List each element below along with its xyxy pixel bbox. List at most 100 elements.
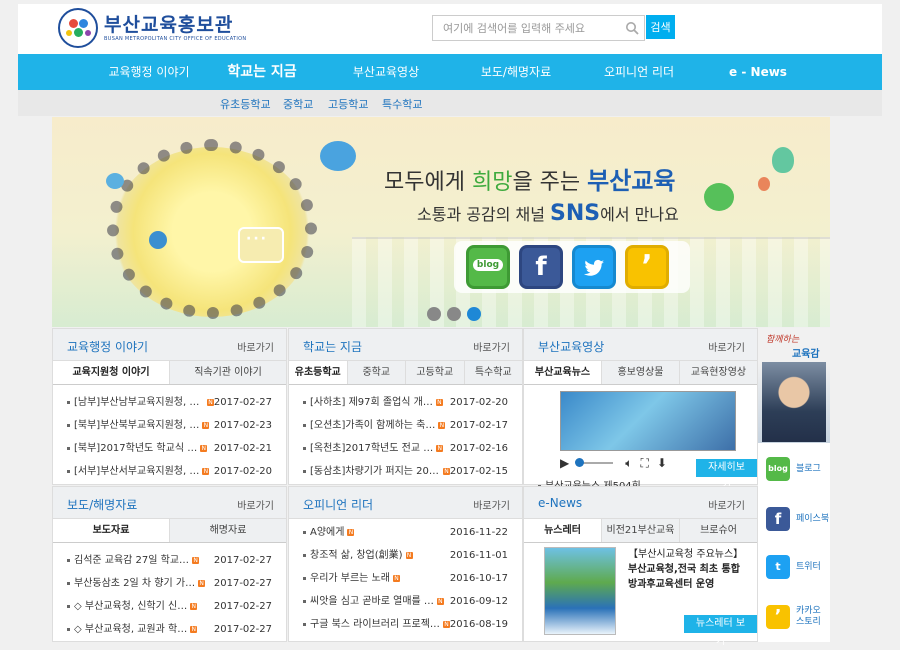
- search-icon[interactable]: [625, 21, 639, 35]
- subnav-item-high[interactable]: 고등학교: [328, 96, 368, 112]
- tab-press-release[interactable]: 보도자료: [53, 519, 170, 542]
- twitter-icon[interactable]: [572, 245, 616, 289]
- more-link[interactable]: 바로가기: [473, 497, 510, 512]
- nav-item-busan-video[interactable]: 부산교육영상: [326, 54, 446, 90]
- panel-admin-story: 교육행정 이야기 바로가기 교육지원청 이야기 직속기관 이야기 [남부]부산남…: [52, 328, 287, 485]
- video-player[interactable]: [560, 391, 736, 451]
- new-badge-icon: N: [190, 625, 198, 633]
- list-item[interactable]: 구글 북스 라이브러리 프로젝… N 2016-08-19: [303, 613, 512, 636]
- view-newsletter-button[interactable]: 뉴스레터 보기: [684, 615, 757, 647]
- panel-title[interactable]: 교육행정 이야기: [67, 338, 148, 355]
- list-item[interactable]: [오션초]가족이 함께하는 축… N 2017-02-17: [303, 414, 512, 437]
- seek-slider[interactable]: [575, 458, 614, 467]
- nav-item-school-now[interactable]: 학교는 지금: [218, 54, 306, 90]
- nav-item-opinion-leader[interactable]: 오피니언 리더: [584, 54, 694, 90]
- tab-busan-news[interactable]: 부산교육뉴스: [524, 361, 602, 384]
- list-item[interactable]: ◇ 부산교육청, 교원과 학… N 2017-02-27: [67, 618, 276, 641]
- list-item[interactable]: [사하초] 제97회 졸업식 개… N 2017-02-20: [303, 391, 512, 414]
- list-item[interactable]: [북부]2017학년도 학교식 … N 2017-02-21: [67, 437, 276, 460]
- twitter-icon: t: [766, 555, 790, 579]
- sidebar-link-twitter[interactable]: t 트위터: [758, 542, 830, 592]
- banner-page-dot-2[interactable]: [447, 307, 461, 321]
- banner-page-dot-3[interactable]: [467, 307, 481, 321]
- tab-direct-agency[interactable]: 직속기관 이야기: [170, 361, 286, 384]
- panel-title[interactable]: 오피니언 리더: [303, 496, 373, 513]
- list-item[interactable]: 창조적 삶, 창업(創業) N 2016-11-01: [303, 544, 512, 567]
- list-item[interactable]: A양에게 N 2016-11-22: [303, 521, 512, 544]
- list-item[interactable]: 씨앗을 심고 곧바로 열매를 … N 2016-09-12: [303, 590, 512, 613]
- more-link[interactable]: 바로가기: [473, 339, 510, 354]
- new-badge-icon: N: [190, 602, 198, 610]
- logo[interactable]: 부산교육홍보관 BUSAN METROPOLITAN CITY OFFICE O…: [58, 8, 246, 48]
- tab-bar: 뉴스레터 비전21부산교육 브로슈어: [524, 519, 757, 543]
- tab-special[interactable]: 특수학교: [464, 361, 522, 384]
- subnav-item-middle[interactable]: 중학교: [283, 96, 313, 112]
- view-detail-button[interactable]: 자세히보기: [696, 459, 757, 491]
- tab-clarification[interactable]: 해명자료: [170, 519, 286, 542]
- sidebar-link-blog[interactable]: blog 블로그: [758, 444, 830, 494]
- facebook-icon[interactable]: f: [519, 245, 563, 289]
- superintendent-banner[interactable]: 함께하는 교육감: [758, 328, 830, 443]
- nav-item-press[interactable]: 보도/해명자료: [456, 54, 576, 90]
- new-badge-icon: N: [192, 556, 200, 564]
- list-item[interactable]: [옥천초]2017학년도 전교 … N 2017-02-16: [303, 437, 512, 460]
- facebook-icon: f: [766, 507, 790, 531]
- list-item[interactable]: 김석준 교육감 27일 학교… N 2017-02-27: [67, 549, 276, 572]
- new-badge-icon: N: [435, 398, 443, 406]
- more-link[interactable]: 바로가기: [237, 339, 274, 354]
- tab-elementary[interactable]: 유초등학교: [289, 361, 348, 384]
- students-circle-illustration: [107, 139, 317, 319]
- new-badge-icon: N: [436, 444, 444, 452]
- wifi-bubble-icon: [149, 231, 167, 249]
- tab-brochure[interactable]: 브로슈어: [680, 519, 757, 542]
- panel-press: 보도/해명자료 바로가기 보도자료 해명자료 김석준 교육감 27일 학교… N 2…: [52, 486, 287, 642]
- speech-bubble-icon: [320, 141, 356, 171]
- search-button[interactable]: 검색: [646, 15, 675, 39]
- panel-title[interactable]: e-News: [538, 496, 582, 510]
- tab-district-office[interactable]: 교육지원청 이야기: [53, 361, 170, 384]
- banner-page-dot-1[interactable]: [427, 307, 441, 321]
- nav-item-admin-story[interactable]: 교육행정 이야기: [80, 54, 218, 90]
- list-item[interactable]: [동삼초]차량기가 퍼지는 201… N 2017-02-15: [303, 460, 512, 483]
- sns-banner[interactable]: ··· 모두에게 희망을 주는 부산교육 소통과 공감의 채널 SNS에서 만나…: [52, 117, 830, 327]
- new-badge-icon: N: [202, 421, 210, 429]
- list-item[interactable]: ◇ 부산교육청, 신학기 신… N 2017-02-27: [67, 595, 276, 618]
- play-icon[interactable]: ▶: [560, 456, 569, 470]
- sidebar-link-facebook[interactable]: f 페이스북: [758, 494, 830, 544]
- superintendent-sidebar: 함께하는 교육감 blog 블로그 f 페이스북 t 트위터 ’ 카카오 스토리: [758, 328, 830, 642]
- kakaostory-icon[interactable]: ’: [625, 245, 669, 289]
- list-item[interactable]: [남부]부산남부교육지원청, 「… N 2017-02-27: [67, 391, 276, 414]
- chat-bubble-small-icon: [106, 173, 124, 189]
- tab-newsletter[interactable]: 뉴스레터: [524, 519, 602, 542]
- new-badge-icon: N: [436, 597, 444, 605]
- panel-title[interactable]: 부산교육영상: [538, 338, 604, 355]
- nav-item-enews[interactable]: e - News: [718, 54, 798, 90]
- list-item[interactable]: 우리가 부르는 노래 N 2016-10-17: [303, 567, 512, 590]
- banner-slogan: 모두에게 희망을 주는 부산교육: [384, 167, 676, 195]
- tab-middle[interactable]: 중학교: [347, 361, 406, 384]
- tab-promo-video[interactable]: 홍보영상물: [602, 361, 680, 384]
- blog-icon[interactable]: blog: [466, 245, 510, 289]
- sidebar-link-kakaostory[interactable]: ’ 카카오 스토리: [758, 592, 830, 642]
- fullscreen-icon[interactable]: ⛶: [640, 456, 648, 471]
- more-link[interactable]: 바로가기: [708, 339, 745, 354]
- subnav-item-elementary[interactable]: 유초등학교: [220, 96, 271, 112]
- list-item[interactable]: [서부]부산서부교육지원청, … N 2017-02-20: [67, 460, 276, 483]
- tab-vision21[interactable]: 비전21부산교육: [602, 519, 680, 542]
- newsletter-thumbnail[interactable]: [544, 547, 616, 635]
- kakaostory-icon: ’: [766, 605, 790, 629]
- newsletter-summary[interactable]: 【부산시교육청 주요뉴스】 부산교육청,전국 최초 통합방과후교육센터 운영: [628, 547, 746, 592]
- download-icon[interactable]: ⬇: [657, 456, 667, 470]
- volume-icon[interactable]: 🔈︎: [625, 456, 632, 471]
- search-input[interactable]: [433, 16, 613, 40]
- panel-title[interactable]: 보도/해명자료: [67, 496, 137, 513]
- tab-high[interactable]: 고등학교: [406, 361, 465, 384]
- tab-field-video[interactable]: 교육현장영상: [680, 361, 757, 384]
- list-item[interactable]: [북부]부산북부교육지원청, … N 2017-02-23: [67, 414, 276, 437]
- more-link[interactable]: 바로가기: [708, 497, 745, 512]
- panel-title[interactable]: 학교는 지금: [303, 338, 362, 355]
- logo-subtitle: BUSAN METROPOLITAN CITY OFFICE OF EDUCAT…: [104, 36, 247, 42]
- subnav-item-special[interactable]: 특수학교: [382, 96, 422, 112]
- more-link[interactable]: 바로가기: [237, 497, 274, 512]
- list-item[interactable]: 부산동삼초 2일 차 향기 가… N 2017-02-27: [67, 572, 276, 595]
